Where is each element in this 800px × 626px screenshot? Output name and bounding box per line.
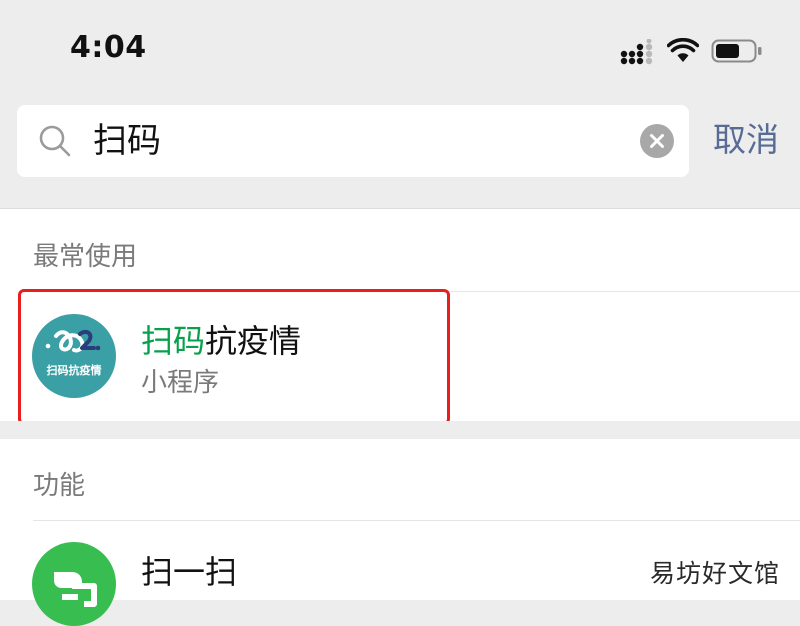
watermark: 易坊好文馆 xyxy=(650,559,781,588)
scan-icon xyxy=(32,542,116,626)
section-title-features: 功能 xyxy=(33,471,86,501)
cancel-button[interactable]: 取消 xyxy=(713,119,779,161)
status-bar: 4:04 xyxy=(0,0,800,92)
battery-icon xyxy=(711,39,762,63)
result-title-rest: 抗疫情 xyxy=(205,322,302,360)
search-input[interactable]: 扫码 xyxy=(93,120,161,162)
result-subtitle: 小程序 xyxy=(141,368,220,398)
logo-mark xyxy=(45,329,101,353)
result-item-mini-program[interactable]: 扫码抗疫情 扫码抗疫情 小程序 xyxy=(0,292,800,420)
cellular-signal-icon xyxy=(620,39,653,65)
feature-label: 扫一扫 xyxy=(141,553,238,591)
search-icon xyxy=(39,125,71,157)
logo-text: 扫码抗疫情 xyxy=(46,364,102,377)
result-title-highlight: 扫码 xyxy=(141,322,206,360)
section-title-frequent: 最常使用 xyxy=(33,242,138,272)
section-separator xyxy=(0,421,800,439)
status-time: 4:04 xyxy=(70,30,147,65)
clear-icon[interactable] xyxy=(640,124,674,158)
search-bar[interactable]: 扫码 xyxy=(17,105,689,177)
wifi-icon xyxy=(667,38,699,62)
mini-program-logo-icon: 扫码抗疫情 xyxy=(32,314,116,398)
result-title: 扫码抗疫情 xyxy=(141,321,301,361)
